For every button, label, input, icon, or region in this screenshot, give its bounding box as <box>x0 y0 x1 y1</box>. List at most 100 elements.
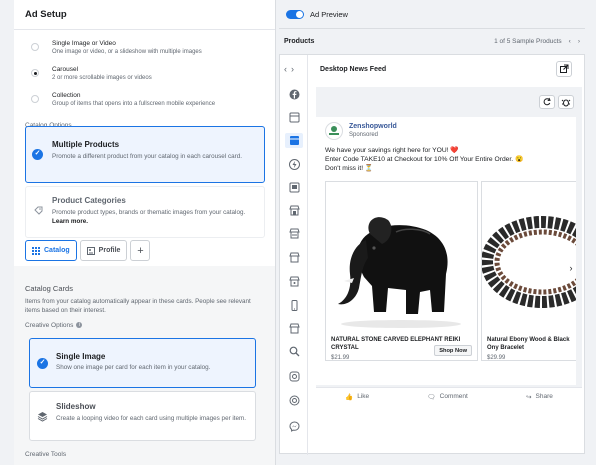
option-multiple-products[interactable]: ✓ Multiple Products Promote a different … <box>25 126 265 183</box>
feed-icon[interactable] <box>289 112 300 123</box>
carousel-card[interactable]: NATURAL STONE CARVED ELEPHANT REIKI CRYS… <box>325 181 478 361</box>
share-icon: ↪ <box>526 393 532 401</box>
feed-area: Zenshopworld Sponsored We have your savi… <box>316 87 582 405</box>
marketplace-icon[interactable] <box>289 205 300 216</box>
desktop-feed-placement[interactable] <box>285 133 303 148</box>
post-actions: 👍 Like 🗨 Comment ↪ Share <box>316 387 582 405</box>
format-carousel[interactable]: Carousel 2 or more scrollable images or … <box>14 66 275 92</box>
post-line: We have your savings right here for YOU!… <box>325 147 459 154</box>
radio-carousel[interactable] <box>31 69 39 77</box>
like-label: Like <box>357 393 370 400</box>
tab-profile[interactable]: Profile <box>79 240 128 261</box>
option-desc: Show one image per card for each item in… <box>56 364 211 371</box>
store-icon[interactable] <box>289 276 300 287</box>
open-external-button[interactable] <box>556 61 572 77</box>
checkmark-icon: ✓ <box>32 149 43 160</box>
mobile-icon[interactable] <box>289 300 300 311</box>
tab-catalog-label: Catalog <box>44 247 70 254</box>
option-product-categories[interactable]: Product Categories Promote product types… <box>25 186 265 238</box>
shop-icon[interactable] <box>289 228 300 239</box>
next-product-icon[interactable]: › <box>578 38 580 45</box>
desktop-feed-icon <box>289 136 299 145</box>
refresh-button[interactable] <box>539 95 555 109</box>
placement-title: Desktop News Feed <box>320 66 387 73</box>
facebook-icon[interactable] <box>289 89 300 100</box>
learn-more-link[interactable]: Learn more. <box>52 218 88 225</box>
info-icon[interactable]: i <box>76 322 83 329</box>
product-image-elephant <box>326 182 477 332</box>
like-button[interactable]: 👍 Like <box>345 393 369 401</box>
prev-product-icon[interactable]: ‹ <box>569 38 571 45</box>
option-single-image[interactable]: ✓ Single Image Show one image per card f… <box>29 338 256 388</box>
post-line: Enter Code TAKE10 at Checkout for 10% Of… <box>325 156 524 163</box>
card-source-tabs: Catalog Profile + <box>25 240 151 261</box>
catalog-cards-desc: Items from your catalog automatically ap… <box>25 298 251 314</box>
instagram-icon[interactable] <box>289 371 300 382</box>
ad-setup-panel: Ad Setup Single Image or Video One image… <box>14 0 276 465</box>
product-price: $29.99 <box>487 355 506 361</box>
ad-preview-toggle[interactable] <box>286 9 304 19</box>
option-desc: Promote a different product from your ca… <box>52 153 242 160</box>
layers-icon <box>37 411 48 422</box>
product-name: Natural Ebony Wood & Black Ony Bracelet <box>487 337 570 351</box>
format-desc: 2 or more scrollable images or videos <box>52 75 152 81</box>
format-desc: One image or video, or a slideshow with … <box>52 49 202 55</box>
option-desc: Create a looping video for each card usi… <box>56 415 247 422</box>
ad-preview-bar: Ad Preview <box>279 0 596 28</box>
shop-tab-icon[interactable] <box>289 323 300 334</box>
carousel-next-icon[interactable]: › <box>564 258 576 278</box>
instant-article-icon[interactable] <box>289 159 300 170</box>
format-title: Single Image or Video <box>52 40 116 47</box>
option-slideshow[interactable]: Slideshow Create a looping video for eac… <box>29 391 256 441</box>
format-title: Carousel <box>52 66 79 73</box>
creative-options-text: Creative Options <box>25 322 74 329</box>
post-line: Don't miss it! ⏳ <box>325 165 374 172</box>
page-name[interactable]: Zenshopworld <box>349 123 397 130</box>
format-title: Collection <box>52 92 81 99</box>
storefront-icon[interactable] <box>289 252 300 263</box>
products-bar: Products 1 of 5 Sample Products ‹ › <box>279 28 585 53</box>
ad-setup-header: Ad Setup <box>14 0 275 30</box>
bug-icon <box>561 99 571 107</box>
creative-options-label: Creative Options i <box>25 322 83 329</box>
share-label: Share <box>535 393 553 400</box>
format-collection[interactable]: Collection Group of items that opens int… <box>14 92 275 118</box>
post-tools <box>539 95 574 109</box>
comment-label: Comment <box>439 393 468 400</box>
sponsored-label: Sponsored <box>349 132 379 138</box>
profile-card-icon <box>86 246 95 255</box>
option-desc-text: Promote product types, brands or themati… <box>52 209 246 216</box>
tab-catalog[interactable]: Catalog <box>25 240 77 261</box>
placement-sidebar: ‹› <box>280 55 308 455</box>
products-pager: 1 of 5 Sample Products ‹ › <box>494 38 580 45</box>
placement-nav-arrows[interactable]: ‹› <box>284 64 298 74</box>
page-logo-image <box>329 126 339 135</box>
products-counter: 1 of 5 Sample Products <box>494 37 562 45</box>
category-icon <box>33 205 44 216</box>
messenger-icon[interactable] <box>289 421 300 432</box>
option-title: Single Image <box>56 352 106 361</box>
preview-frame: ‹› Desktop News Feed Zenshopworld Sponso… <box>279 54 585 455</box>
radio-collection[interactable] <box>31 95 39 103</box>
product-price: $21.99 <box>331 355 350 361</box>
comment-icon: 🗨 <box>427 393 436 401</box>
shop-now-button[interactable]: Shop Now <box>434 345 472 356</box>
video-feed-icon[interactable] <box>289 182 300 193</box>
like-icon: 👍 <box>345 393 354 401</box>
carousel-card[interactable]: Natural Ebony Wood & Black Ony Bracelet … <box>481 181 576 361</box>
product-carousel[interactable]: NATURAL STONE CARVED ELEPHANT REIKI CRYS… <box>325 181 576 361</box>
tab-profile-label: Profile <box>98 247 121 254</box>
add-tab-button[interactable]: + <box>130 240 151 261</box>
audience-network-icon[interactable] <box>289 395 300 406</box>
radio-single-image-video[interactable] <box>31 43 39 51</box>
format-desc: Group of items that opens into a fullscr… <box>52 101 216 107</box>
option-desc: Promote product types, brands or themati… <box>52 209 256 226</box>
format-single-image-video[interactable]: Single Image or Video One image or video… <box>14 40 275 66</box>
products-label: Products <box>284 37 315 45</box>
search-icon[interactable] <box>289 346 300 357</box>
comment-button[interactable]: 🗨 Comment <box>427 393 467 401</box>
ad-post: Zenshopworld Sponsored We have your savi… <box>316 117 576 385</box>
page-logo[interactable] <box>325 122 343 140</box>
share-button[interactable]: ↪ Share <box>526 393 553 401</box>
debug-button[interactable] <box>558 95 574 109</box>
